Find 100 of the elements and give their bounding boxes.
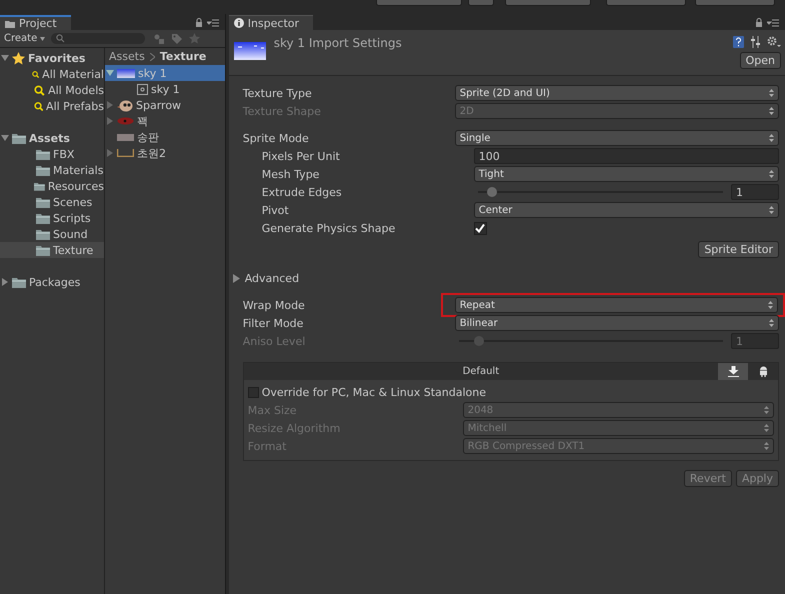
property-label: Generate Physics Shape xyxy=(260,222,396,234)
property-label: Pivot xyxy=(260,204,290,216)
blob-icon xyxy=(117,117,134,125)
tree-item[interactable]: Sound xyxy=(0,226,104,242)
help-icon[interactable] xyxy=(733,36,744,48)
dropdown-arrows-icon xyxy=(768,301,773,309)
dropdown-arrows-icon xyxy=(769,134,774,142)
sprite-icon xyxy=(137,84,148,94)
dropdown[interactable]: Repeat xyxy=(454,297,778,313)
breadcrumb-item[interactable]: Texture xyxy=(160,50,206,63)
dropdown[interactable]: Tight xyxy=(474,166,779,182)
sliders-icon[interactable] xyxy=(750,36,761,48)
android-icon xyxy=(758,366,768,377)
checkbox[interactable] xyxy=(474,222,487,234)
dropdown[interactable]: Single xyxy=(454,130,779,146)
ground-icon xyxy=(117,149,134,157)
star-icon[interactable] xyxy=(189,33,200,44)
project-tab[interactable]: Project xyxy=(0,15,71,30)
folder-icon xyxy=(36,196,50,208)
breadcrumb-item[interactable]: Assets xyxy=(109,50,145,63)
tree-item[interactable]: Materials xyxy=(0,162,104,178)
lock-icon[interactable] xyxy=(194,18,203,27)
dropdown[interactable]: Center xyxy=(474,202,779,218)
property-label: Texture Shape xyxy=(242,104,322,118)
search-icon xyxy=(56,34,66,43)
bird-icon xyxy=(117,98,133,112)
settings-icon[interactable] xyxy=(767,36,781,48)
property-label: Wrap Mode xyxy=(242,298,306,312)
folder-icon xyxy=(36,164,50,176)
asset-item[interactable]: 초원2 xyxy=(105,145,225,161)
input-field: 1 xyxy=(731,333,779,349)
override-label: Override for PC, Mac & Linux Standalone xyxy=(262,386,486,399)
tree-item[interactable]: Resources xyxy=(0,178,104,194)
search-icon xyxy=(34,84,46,96)
foldout-arrow-icon[interactable] xyxy=(105,149,114,157)
tree-item[interactable]: Scripts xyxy=(0,210,104,226)
dropdown[interactable]: Bilinear xyxy=(454,315,779,331)
inspector-tab[interactable]: Inspector xyxy=(228,15,314,30)
dropdown-arrows-icon xyxy=(769,170,774,178)
folder-icon xyxy=(12,132,26,144)
slider-handle[interactable] xyxy=(487,187,498,197)
open-button[interactable]: Open xyxy=(740,52,781,69)
folder-icon xyxy=(36,148,50,160)
property-label: Aniso Level xyxy=(242,334,306,348)
lock-icon[interactable] xyxy=(755,18,763,27)
platform-tab[interactable] xyxy=(718,363,748,380)
property-label: Extrude Edges xyxy=(260,186,343,198)
foldout-arrow-icon xyxy=(232,274,241,282)
dropdown-arrows-icon xyxy=(769,89,774,97)
sprite-editor-button[interactable]: Sprite Editor xyxy=(698,240,779,258)
plank-icon xyxy=(117,134,134,140)
create-button[interactable]: Create xyxy=(4,33,46,44)
chevron-right-icon xyxy=(150,52,155,60)
advanced-foldout[interactable]: Advanced xyxy=(232,272,300,284)
tree-item[interactable]: All Prefabs xyxy=(0,98,104,114)
search-field[interactable] xyxy=(51,33,146,44)
asset-item[interactable]: 꽥 xyxy=(105,113,225,129)
asset-item[interactable]: sky 1 xyxy=(105,81,225,97)
tree-item[interactable]: Texture xyxy=(0,242,104,258)
checkmark-icon xyxy=(475,224,486,232)
caret-icon xyxy=(40,37,46,41)
tag-icon[interactable] xyxy=(171,32,184,44)
asset-item[interactable]: 송판 xyxy=(105,129,225,145)
foldout-arrow-icon[interactable] xyxy=(0,54,9,62)
dropdown-arrows-icon xyxy=(769,319,774,327)
property-label: Pixels Per Unit xyxy=(260,150,341,162)
tree-item[interactable]: Scenes xyxy=(0,194,104,210)
slider-track[interactable] xyxy=(478,187,723,197)
folder-icon xyxy=(36,228,50,240)
tree-item[interactable]: Packages xyxy=(0,274,104,290)
tree-item[interactable]: Favorites xyxy=(0,50,104,66)
dropdown-arrows-icon xyxy=(769,107,774,115)
sky-thumbnail xyxy=(234,42,266,60)
dropdown-arrows-icon xyxy=(764,406,769,414)
tree-item[interactable]: All Models xyxy=(0,82,104,98)
property-label: Mesh Type xyxy=(260,168,320,180)
checkbox[interactable] xyxy=(248,387,259,398)
tree-item[interactable]: FBX xyxy=(0,146,104,162)
inspector-title: sky 1 Import Settings xyxy=(274,36,402,50)
foldout-arrow-icon[interactable] xyxy=(105,69,114,77)
star-icon xyxy=(12,52,25,64)
property-label: Filter Mode xyxy=(242,316,304,330)
sky-thumbnail-icon xyxy=(117,68,135,78)
tree-item[interactable]: Assets xyxy=(0,130,104,146)
input-field[interactable]: 100 xyxy=(474,148,779,164)
dropdown-arrows-icon xyxy=(769,206,774,214)
property-label: Sprite Mode xyxy=(242,132,310,144)
dropdown[interactable]: Sprite (2D and UI) xyxy=(454,85,779,101)
foldout-arrow-icon[interactable] xyxy=(0,278,9,286)
dropdown-arrows-icon xyxy=(764,424,769,432)
info-icon xyxy=(234,18,244,28)
menu-icon[interactable] xyxy=(206,18,219,26)
input-field[interactable]: 1 xyxy=(731,184,779,200)
tree-item[interactable]: All Material xyxy=(0,66,104,82)
dropdown-arrows-icon xyxy=(764,442,769,450)
asset-item[interactable]: Sparrow xyxy=(105,97,225,113)
folder-icon xyxy=(36,244,50,256)
menu-icon[interactable] xyxy=(767,18,779,26)
foldout-arrow-icon[interactable] xyxy=(0,134,9,142)
folder-icon xyxy=(36,212,50,224)
